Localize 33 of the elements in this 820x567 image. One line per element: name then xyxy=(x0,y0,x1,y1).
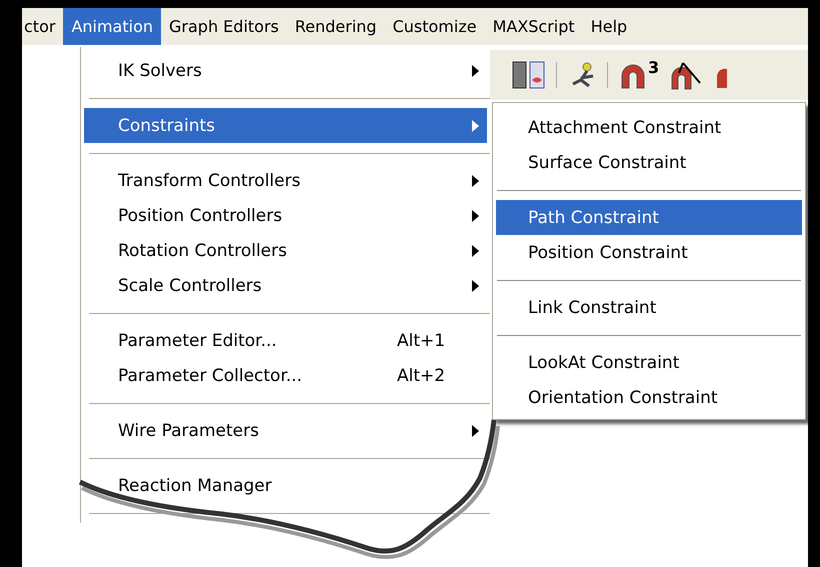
submenu-arrow-icon xyxy=(472,244,479,256)
menu-item[interactable]: Transform Controllers xyxy=(84,163,487,198)
menu-item[interactable]: Constraints xyxy=(84,108,487,143)
menu-item[interactable]: Link Constraint xyxy=(496,290,802,325)
menu-item[interactable]: Position Controllers xyxy=(84,198,487,233)
submenu-arrow-icon xyxy=(472,280,479,292)
submenu-arrow-icon xyxy=(472,174,479,186)
menu-item[interactable]: Orientation Constraint xyxy=(496,380,802,415)
menu-item[interactable]: IK Solvers xyxy=(84,53,487,88)
menu-item[interactable]: Attachment Constraint xyxy=(496,110,802,145)
submenu-arrow-icon xyxy=(472,120,479,132)
menu-item[interactable]: Rotation Controllers xyxy=(84,233,487,268)
menu-item[interactable]: Surface Constraint xyxy=(496,145,802,180)
menu-bar-item[interactable]: Customize xyxy=(384,8,485,45)
menu-item[interactable]: Parameter Editor... Alt+1 xyxy=(84,323,487,358)
menu-item[interactable]: Reaction Manager xyxy=(84,468,487,503)
menu-bar-item[interactable]: Help xyxy=(582,8,636,45)
menu-bar-item[interactable]: Rendering xyxy=(286,8,385,45)
panels-icon[interactable] xyxy=(512,60,546,90)
menu-bar-item[interactable]: ctor xyxy=(22,8,64,45)
menu-item[interactable]: Parameter Collector... Alt+2 xyxy=(84,358,487,393)
submenu-arrow-icon xyxy=(472,424,479,436)
menu-bar-item[interactable]: MAXScript xyxy=(484,8,583,45)
menu-item[interactable]: Path Constraint xyxy=(496,200,802,235)
menu-bar-item[interactable]: Graph Editors xyxy=(161,8,287,45)
menu-item[interactable]: Wire Parameters xyxy=(84,413,487,448)
menu-bar-item[interactable]: Animation xyxy=(63,8,162,45)
menu-item[interactable]: Scale Controllers xyxy=(84,268,487,303)
menu-item[interactable]: Position Constraint xyxy=(496,235,802,270)
submenu-arrow-icon xyxy=(472,210,479,222)
menu-item[interactable]: LookAt Constraint xyxy=(496,345,802,380)
snap-label: 3 xyxy=(648,60,660,76)
submenu-arrow-icon xyxy=(472,64,479,76)
